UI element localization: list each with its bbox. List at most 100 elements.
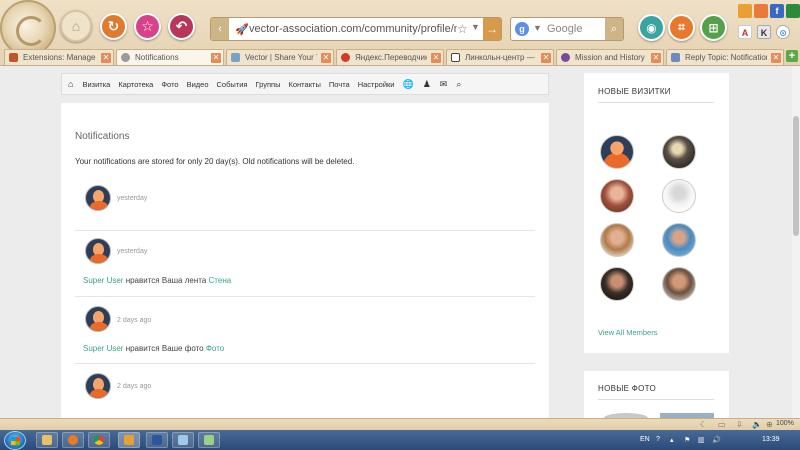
tab-lincoln-center[interactable]: Линкольн-центр — Ви ✕ [446,49,554,65]
close-icon[interactable]: ✕ [321,53,331,63]
target-link[interactable]: Стена [209,276,232,285]
nav-item-mail[interactable]: Почта [329,80,350,89]
search-icon[interactable]: ⌕ [456,79,461,90]
tab-vector[interactable]: Vector | Share Your Tale ✕ [226,49,334,65]
envelope-icon[interactable]: ✉ [440,79,448,90]
tab-label: Яндекс.Переводчик – с [355,53,427,62]
title-underline [598,399,714,400]
search-engine-icon[interactable]: g [515,22,529,36]
nav-item-profile[interactable]: Визитка [82,80,110,89]
extension-3-icon[interactable]: f [770,4,784,18]
close-icon[interactable]: ✕ [651,53,661,63]
user-icon[interactable]: ♟ [423,79,431,90]
clock[interactable]: 13:39 [762,436,780,443]
scrollbar-thumb[interactable] [793,116,799,236]
tray-arrow-icon[interactable]: ▴ [670,436,674,444]
language-indicator[interactable]: EN [640,436,650,443]
tab-mission-history[interactable]: Mission and History ✕ [556,49,664,65]
prev-page-button[interactable]: ‹ [211,18,229,40]
notification-item: yesterday [75,183,535,223]
target-link[interactable]: Фото [206,344,224,353]
network-icon[interactable]: ▥ [698,436,705,444]
speaker-icon[interactable]: 🔈 [752,420,762,429]
new-tab-button[interactable]: + [786,50,798,62]
member-avatar[interactable] [600,179,634,213]
extension-6-icon[interactable]: K [757,25,771,39]
extension-4-icon[interactable] [786,4,800,18]
screen-icon[interactable]: ▭ [718,420,726,429]
home-icon[interactable]: ⌂ [68,79,73,89]
moon-icon[interactable]: ☾ [700,420,707,429]
view-all-members-link[interactable]: View All Members [598,328,657,337]
taskbar-explorer[interactable] [36,432,58,448]
avatar[interactable] [85,306,111,332]
back-button[interactable]: ↶ [168,13,195,40]
close-icon[interactable]: ✕ [101,53,111,63]
url-text[interactable]: vector-association.com/community/profile… [249,23,457,35]
extension-1-icon[interactable] [738,4,752,18]
member-avatar[interactable] [600,267,634,301]
engine-dropdown-icon[interactable]: ▼ [533,23,542,33]
member-avatar[interactable] [662,179,696,213]
tab-label: Notifications [135,53,179,62]
address-bar[interactable]: ‹ 🚀 vector-association.com/community/pro… [210,17,502,41]
member-avatar[interactable] [662,267,696,301]
search-box[interactable]: g ▼ Google ⌕ [510,17,624,41]
zoom-level[interactable]: 100% [776,420,794,427]
taskbar-browser[interactable] [118,432,140,448]
zoom-icon[interactable]: ⊕ [766,420,773,429]
close-icon[interactable]: ✕ [541,53,551,63]
member-avatar[interactable] [662,135,696,169]
nav-item-directory[interactable]: Картотека [118,80,153,89]
taskbar-chrome[interactable] [88,432,110,448]
reload-button[interactable]: ↻ [100,13,127,40]
url-dropdown-icon[interactable]: ▼ [471,22,480,32]
tab-extensions[interactable]: Extensions: Manage - Ve ✕ [4,49,114,65]
avatar[interactable] [85,185,111,211]
flag-icon[interactable]: ⚑ [684,436,690,444]
tab-yandex-translate[interactable]: Яндекс.Переводчик – с ✕ [336,49,444,65]
avatar[interactable] [85,373,111,399]
taskbar-app[interactable] [198,432,220,448]
user-link[interactable]: Super User [83,344,123,353]
bookmarks-button[interactable]: ☆ [134,13,161,40]
bookmark-star-icon[interactable]: ☆ [457,22,468,36]
close-icon[interactable]: ✕ [431,53,441,63]
widget-title: НОВЫЕ ВИЗИТКИ [598,87,671,96]
page-scrollbar[interactable] [792,66,800,418]
go-button[interactable]: → [483,18,501,40]
close-icon[interactable]: ✕ [771,53,781,63]
avatar[interactable] [85,238,111,264]
home-button[interactable]: ⌂ [60,10,92,42]
nav-item-photos[interactable]: Фото [161,80,178,89]
volume-icon[interactable]: 🔊 [712,436,721,444]
tab-notifications[interactable]: Notifications ✕ [116,49,224,65]
member-avatar[interactable] [662,223,696,257]
member-avatar[interactable] [600,223,634,257]
user-link[interactable]: Super User [83,276,123,285]
close-icon[interactable]: ✕ [211,53,221,63]
extension-2-icon[interactable] [754,4,768,18]
browser-logo[interactable] [0,0,56,56]
nav-item-events[interactable]: События [217,80,248,89]
taskbar-word[interactable] [146,432,168,448]
search-button[interactable]: ⌕ [605,18,623,40]
globe-icon[interactable]: 🌐 [403,79,414,90]
tab-reply-topic[interactable]: Reply Topic: Notification ✕ [666,49,784,65]
taskbar-media-player[interactable] [62,432,84,448]
nav-item-videos[interactable]: Видео [187,80,209,89]
start-button[interactable] [4,431,26,450]
apps-button[interactable]: ⊞ [700,14,727,41]
extension-7-icon[interactable]: ⊙ [776,25,790,39]
wifi-button[interactable]: ◉ [638,14,665,41]
download-icon[interactable]: ⇩ [736,420,743,429]
nav-item-groups[interactable]: Группы [255,80,280,89]
tab-favicon-icon [451,53,460,62]
nav-item-contacts[interactable]: Контакты [288,80,320,89]
member-avatar[interactable] [600,135,634,169]
nav-item-settings[interactable]: Настройки [358,80,395,89]
screenshot-button[interactable]: ⌗ [668,14,695,41]
help-icon[interactable]: ? [656,436,660,443]
taskbar-window[interactable] [172,432,194,448]
extension-5-icon[interactable]: A [738,25,752,39]
